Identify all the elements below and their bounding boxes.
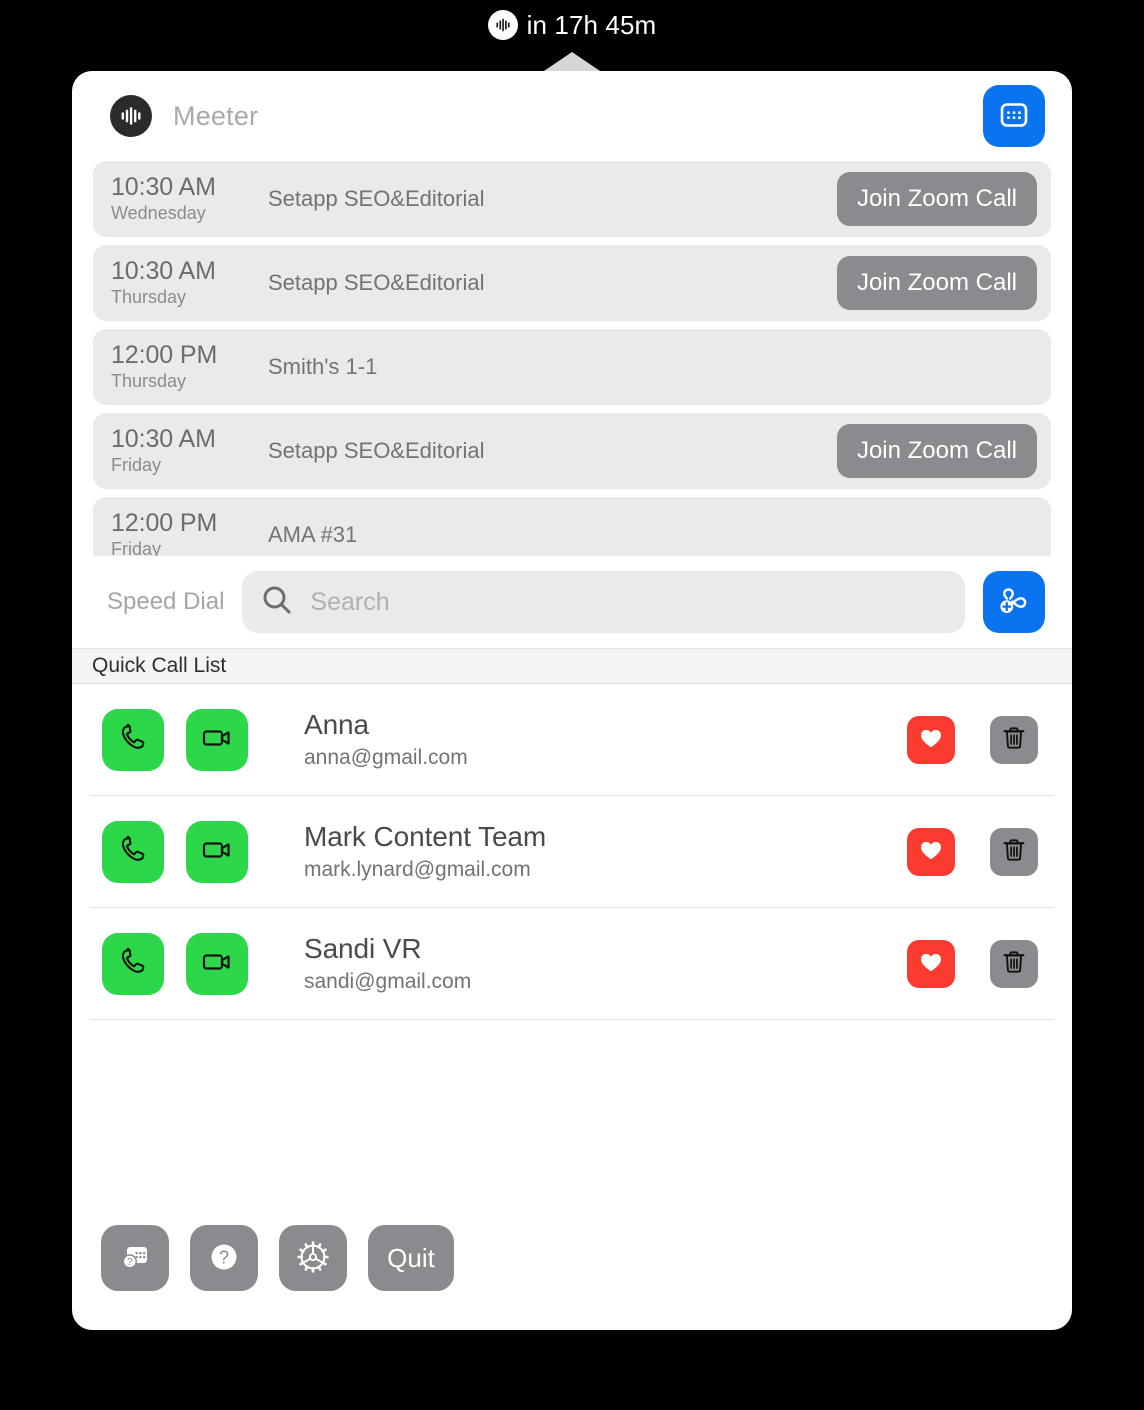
delete-button[interactable]	[990, 827, 1038, 876]
meeting-title: Setapp SEO&Editorial	[268, 270, 485, 295]
svg-text:?: ?	[219, 1247, 229, 1267]
meeter-popover-panel: Meeter 10:30 AM Wednesday Setapp SEO&Edi…	[72, 71, 1072, 1330]
trash-icon	[1000, 836, 1028, 867]
favorite-button[interactable]	[907, 715, 955, 764]
meeting-time: 10:30 AM	[111, 257, 216, 286]
meeting-when: 10:30 AM Friday	[111, 426, 257, 475]
contact-row[interactable]: Sandi VR sandi@gmail.com	[90, 908, 1054, 1020]
meeting-when: 10:30 AM Wednesday	[111, 174, 257, 223]
meeting-time: 12:00 PM	[111, 341, 218, 370]
meeting-when: 12:00 PM Friday	[111, 510, 257, 556]
delete-button[interactable]	[990, 715, 1038, 764]
gear-icon	[292, 1236, 334, 1281]
audio-call-button[interactable]	[102, 820, 164, 883]
meeting-title: Setapp SEO&Editorial	[268, 438, 485, 463]
add-call-icon	[995, 582, 1033, 623]
meeting-title: Setapp SEO&Editorial	[268, 186, 485, 211]
meeting-row[interactable]: 12:00 PM Friday AMA #31	[93, 497, 1051, 556]
meeting-title: AMA #31	[268, 522, 358, 547]
app-title: Meeter	[173, 100, 259, 131]
video-call-button[interactable]	[186, 820, 248, 883]
contact-email: sandi@gmail.com	[304, 969, 472, 993]
heart-icon	[917, 724, 945, 755]
join-zoom-call-button[interactable]: Join Zoom Call	[836, 256, 1037, 310]
join-zoom-call-button[interactable]: Join Zoom Call	[836, 424, 1037, 478]
contact-email: mark.lynard@gmail.com	[304, 857, 531, 881]
contact-info: Anna anna@gmail.com	[270, 709, 885, 769]
quit-button[interactable]: Quit	[368, 1225, 454, 1291]
meeting-row[interactable]: 10:30 AM Thursday Setapp SEO&Editorial J…	[93, 245, 1051, 321]
meeting-time: 10:30 AM	[111, 425, 216, 454]
menubar[interactable]: in 17h 45m	[0, 0, 1144, 50]
heart-icon	[917, 948, 945, 979]
meeting-row[interactable]: 10:30 AM Friday Setapp SEO&Editorial Joi…	[93, 413, 1051, 489]
meeter-waveform-icon	[110, 95, 152, 137]
audio-call-button[interactable]	[102, 932, 164, 995]
contact-name: Sandi VR	[304, 933, 422, 965]
heart-icon	[917, 836, 945, 867]
contact-name: Anna	[304, 709, 369, 741]
app-header: Meeter	[72, 71, 1072, 161]
favorite-button[interactable]	[907, 939, 955, 988]
add-contact-button[interactable]	[983, 571, 1045, 633]
meeting-row[interactable]: 10:30 AM Wednesday Setapp SEO&Editorial …	[93, 161, 1051, 237]
delete-button[interactable]	[990, 939, 1038, 988]
menubar-countdown: in 17h 45m	[526, 9, 657, 40]
meeting-title: Smith's 1-1	[268, 354, 378, 379]
search-container[interactable]	[242, 571, 965, 633]
contact-row[interactable]: Anna anna@gmail.com	[90, 684, 1054, 796]
trash-icon	[1000, 724, 1028, 755]
speed-dial-bar: Speed Dial	[72, 556, 1072, 648]
speed-dial-label: Speed Dial	[107, 588, 225, 615]
search-icon	[260, 583, 294, 622]
meeter-waveform-icon	[487, 10, 518, 40]
search-input[interactable]	[310, 587, 947, 617]
phone-icon	[116, 833, 150, 870]
meeting-day: Friday	[111, 538, 162, 556]
favorite-button[interactable]	[907, 827, 955, 876]
quick-call-list-header: Quick Call List	[72, 648, 1072, 684]
calendar-help-icon: ?	[115, 1237, 155, 1280]
phone-icon	[116, 721, 150, 758]
calendar-icon	[996, 97, 1032, 136]
meeting-time: 12:00 PM	[111, 509, 218, 538]
meeting-when: 10:30 AM Thursday	[111, 258, 257, 307]
contact-name: Mark Content Team	[304, 821, 547, 853]
meeting-day: Thursday	[111, 370, 187, 391]
meeting-day: Thursday	[111, 286, 187, 307]
calendar-button[interactable]	[983, 85, 1045, 147]
video-camera-icon	[199, 832, 235, 871]
svg-text:?: ?	[127, 1257, 133, 1268]
help-button[interactable]: ?	[190, 1225, 258, 1291]
video-call-button[interactable]	[186, 932, 248, 995]
settings-button[interactable]	[279, 1225, 347, 1291]
join-zoom-call-button[interactable]: Join Zoom Call	[836, 172, 1037, 226]
video-call-button[interactable]	[186, 708, 248, 771]
contact-info: Mark Content Team mark.lynard@gmail.com	[270, 821, 885, 881]
audio-call-button[interactable]	[102, 708, 164, 771]
question-mark-icon: ?	[204, 1237, 244, 1280]
phone-icon	[116, 945, 150, 982]
contact-email: anna@gmail.com	[304, 745, 468, 769]
meeting-row[interactable]: 12:00 PM Thursday Smith's 1-1	[93, 329, 1051, 405]
contact-info: Sandi VR sandi@gmail.com	[270, 933, 885, 993]
trash-icon	[1000, 948, 1028, 979]
meeting-day: Wednesday	[111, 202, 206, 223]
calendar-help-button[interactable]: ?	[101, 1225, 169, 1291]
video-camera-icon	[199, 944, 235, 983]
meetings-list[interactable]: 10:30 AM Wednesday Setapp SEO&Editorial …	[72, 161, 1072, 556]
meeting-time: 10:30 AM	[111, 173, 216, 202]
meeting-day: Friday	[111, 454, 162, 475]
video-camera-icon	[199, 720, 235, 759]
contacts-list: Anna anna@gmail.com Mark Content Team ma…	[72, 684, 1072, 1208]
bottom-toolbar: ? ? Quit	[72, 1208, 1072, 1330]
quick-call-list-title: Quick Call List	[92, 654, 227, 677]
meeting-when: 12:00 PM Thursday	[111, 342, 257, 391]
contact-row[interactable]: Mark Content Team mark.lynard@gmail.com	[90, 796, 1054, 908]
